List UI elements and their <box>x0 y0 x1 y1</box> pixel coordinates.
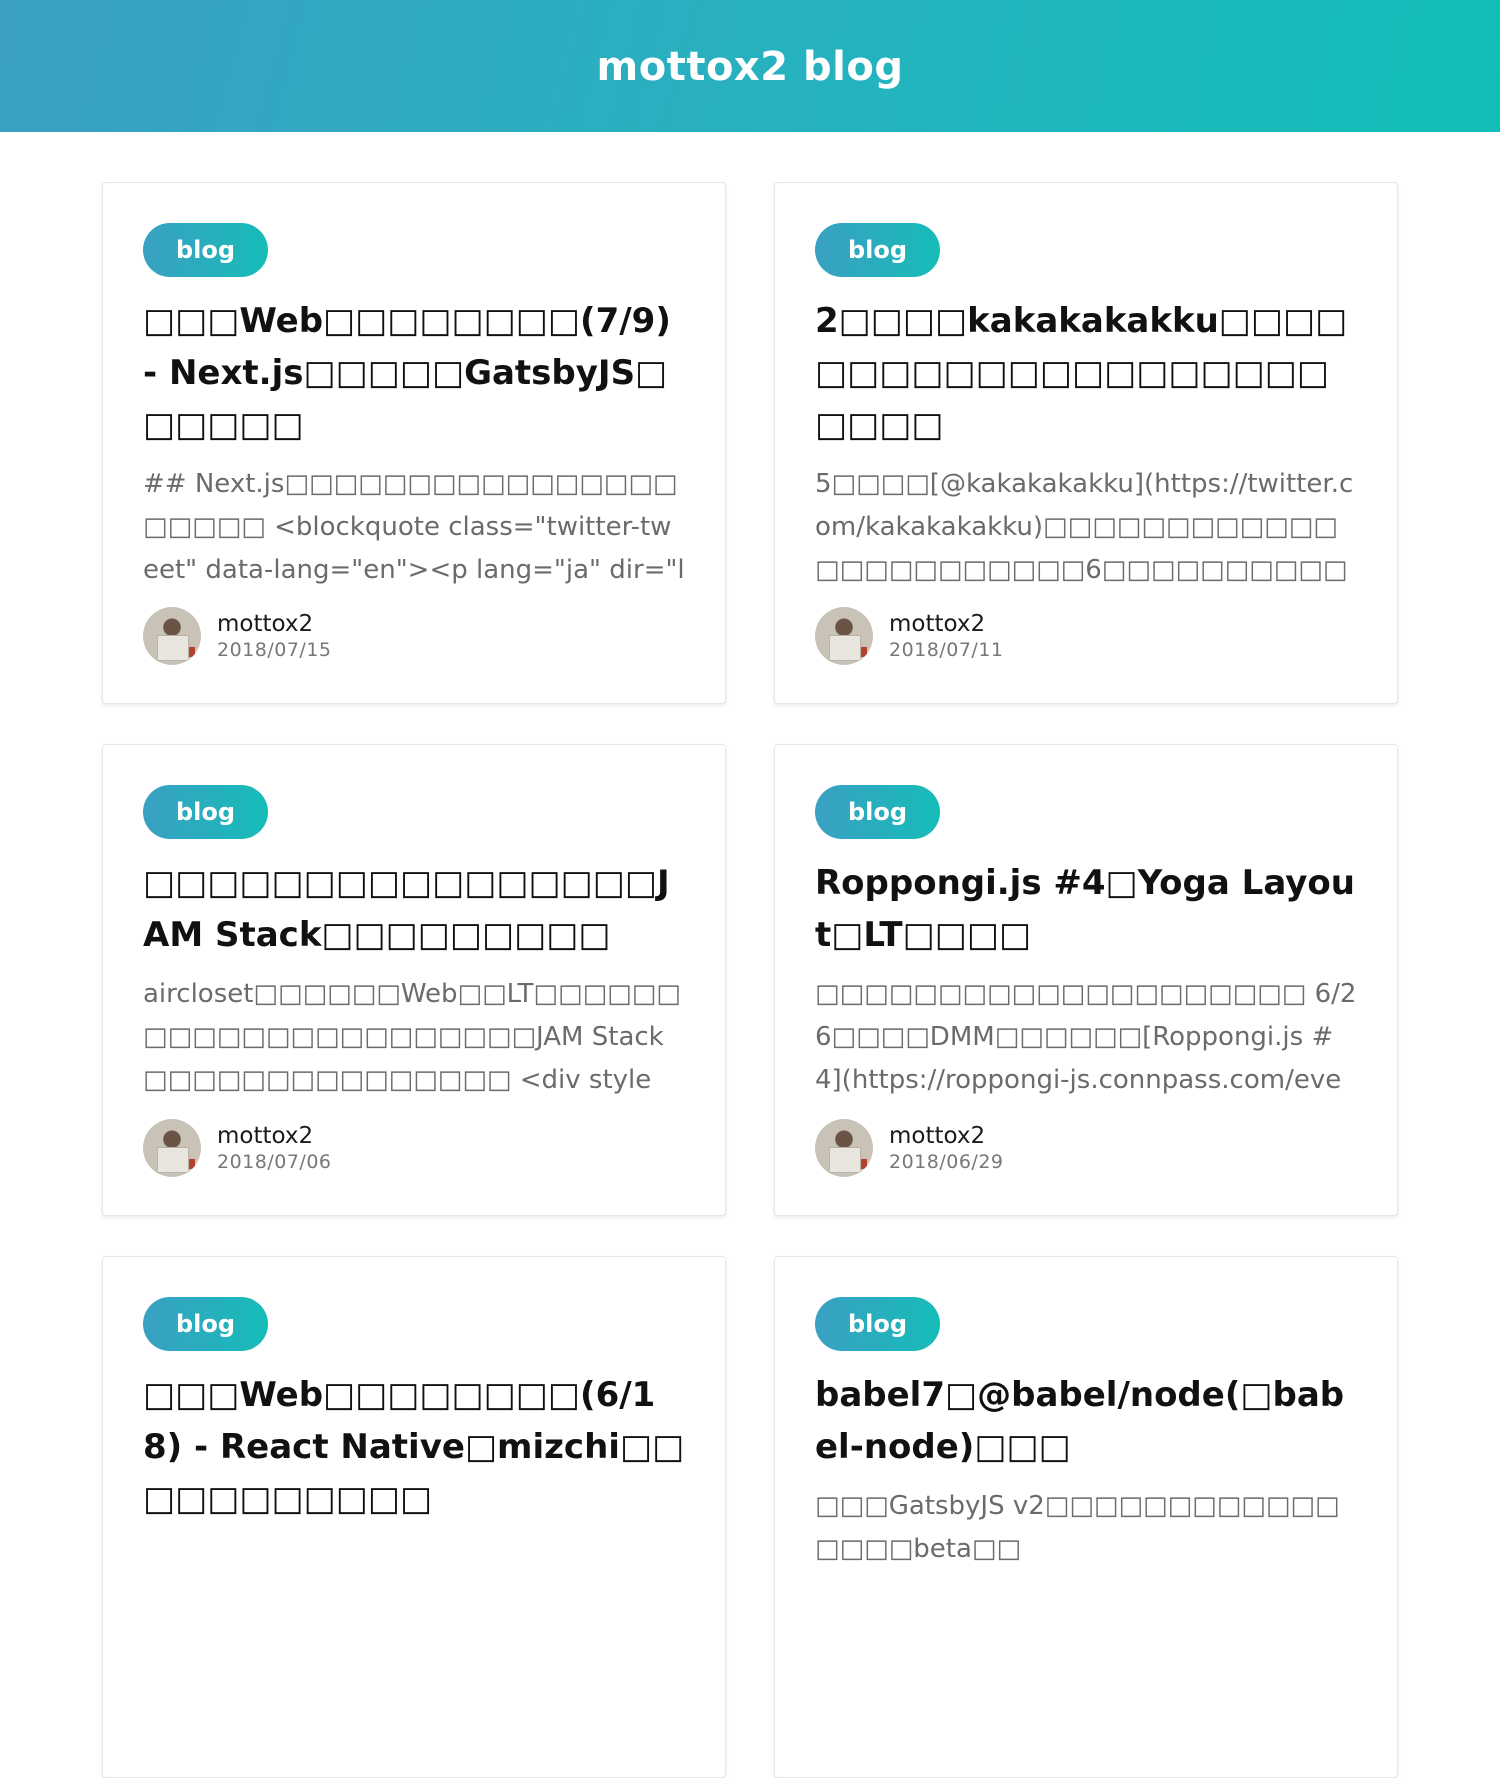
post-title[interactable]: 2□□□□kakakakakku□□□□□□□□□□□□□□□□□□□□□□□□ <box>815 295 1357 451</box>
author-info: mottox2 2018/07/06 <box>143 1119 332 1177</box>
post-card[interactable]: blog □□□Web□□□□□□□□(7/9) - Next.js□□□□□G… <box>102 182 726 704</box>
category-tag[interactable]: blog <box>143 1297 269 1351</box>
post-card[interactable]: blog 2□□□□kakakakakku□□□□□□□□□□□□□□□□□□□… <box>774 182 1398 704</box>
author-meta: mottox2 2018/06/29 <box>889 1122 1004 1174</box>
author-avatar <box>815 607 873 665</box>
author-info: mottox2 2018/07/15 <box>143 607 332 665</box>
post-date: 2018/07/15 <box>217 639 332 661</box>
post-card[interactable]: blog □□□□□□□□□□□□□□□□JAM Stack□□□□□□□□□ … <box>102 744 726 1216</box>
post-card[interactable]: blog Roppongi.js #4□Yoga Layout□LT□□□□ □… <box>774 744 1398 1216</box>
author-avatar <box>143 1119 201 1177</box>
category-tag[interactable]: blog <box>143 785 269 839</box>
post-grid: blog □□□Web□□□□□□□□(7/9) - Next.js□□□□□G… <box>102 182 1398 1778</box>
author-meta: mottox2 2018/07/06 <box>217 1122 332 1174</box>
author-avatar <box>815 1119 873 1177</box>
post-title[interactable]: □□□□□□□□□□□□□□□□JAM Stack□□□□□□□□□ <box>143 857 685 961</box>
post-date: 2018/07/11 <box>889 639 1004 661</box>
site-title-link[interactable]: mottox2 blog <box>597 44 904 90</box>
post-card[interactable]: blog babel7□@babel/node(□babel-node)□□□ … <box>774 1256 1398 1778</box>
post-title[interactable]: Roppongi.js #4□Yoga Layout□LT□□□□ <box>815 857 1357 961</box>
author-name: mottox2 <box>889 1123 986 1149</box>
category-tag[interactable]: blog <box>815 785 941 839</box>
post-card[interactable]: blog □□□Web□□□□□□□□(6/18) - React Native… <box>102 1256 726 1778</box>
site-header: mottox2 blog <box>0 0 1500 132</box>
post-title[interactable]: babel7□@babel/node(□babel-node)□□□ <box>815 1369 1357 1473</box>
author-info: mottox2 2018/07/11 <box>815 607 1004 665</box>
post-title[interactable]: □□□Web□□□□□□□□(6/18) - React Native□mizc… <box>143 1369 685 1525</box>
author-meta: mottox2 2018/07/11 <box>889 610 1004 662</box>
author-meta: mottox2 2018/07/15 <box>217 610 332 662</box>
post-excerpt: □□□GatsbyJS v2□□□□□□□□□□□□□□□□beta□□ <box>815 1491 1340 1564</box>
post-title[interactable]: □□□Web□□□□□□□□(7/9) - Next.js□□□□□Gatsby… <box>143 295 685 451</box>
category-tag[interactable]: blog <box>815 223 941 277</box>
author-info: mottox2 2018/06/29 <box>815 1119 1004 1177</box>
post-date: 2018/06/29 <box>889 1151 1004 1173</box>
author-name: mottox2 <box>217 1123 314 1149</box>
category-tag[interactable]: blog <box>815 1297 941 1351</box>
author-name: mottox2 <box>889 611 986 637</box>
post-excerpt <box>143 1537 685 1666</box>
category-tag[interactable]: blog <box>143 223 269 277</box>
post-excerpt: 5□□□□[@kakakakakku](https://twitter.com/… <box>815 469 1354 585</box>
author-name: mottox2 <box>217 611 314 637</box>
post-date: 2018/07/06 <box>217 1151 332 1173</box>
post-excerpt: ## Next.js□□□□□□□□□□□□□□□□□□□□□ <blockqu… <box>143 469 685 585</box>
post-excerpt: aircloset□□□□□□Web□□LT□□□□□□□□□□□□□□□□□□… <box>143 979 681 1095</box>
author-avatar <box>143 607 201 665</box>
post-excerpt: □□□□□□□□□□□□□□□□□□□□ 6/26□□□□DMM□□□□□□[R… <box>815 979 1357 1095</box>
